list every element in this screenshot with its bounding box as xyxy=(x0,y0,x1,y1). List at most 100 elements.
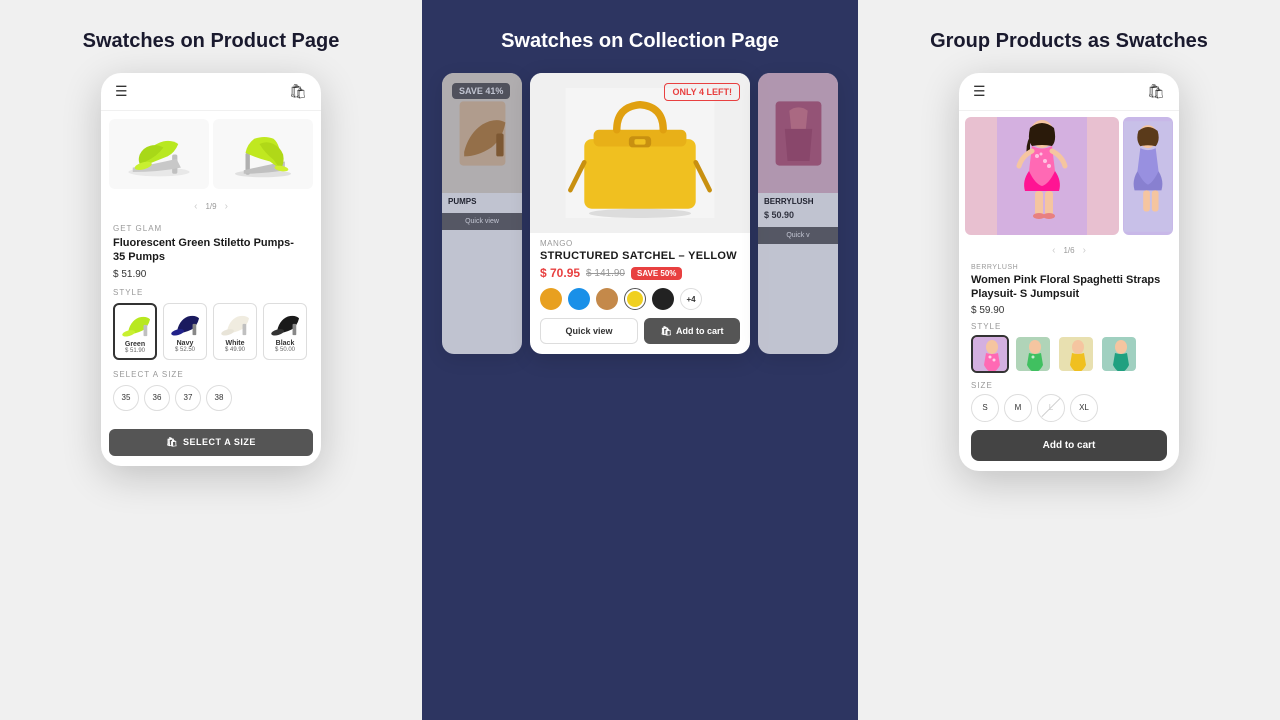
color-swatch-blue[interactable] xyxy=(568,288,590,310)
hamburger-icon-right[interactable]: ☰ xyxy=(973,83,986,100)
side-card-image-right xyxy=(758,73,838,193)
right-style-swatch-4[interactable] xyxy=(1100,335,1138,373)
size-btn-38[interactable]: 38 xyxy=(206,385,232,411)
right-size-btn-l[interactable]: L xyxy=(1037,394,1065,422)
quick-view-button[interactable]: Quick view xyxy=(540,318,638,344)
right-style-swatch-2[interactable] xyxy=(1014,335,1052,373)
only-left-badge: ONLY 4 LEFT! xyxy=(664,83,740,101)
side-card-name-left: PUMPS xyxy=(442,193,522,210)
right-add-to-cart-button[interactable]: Add to cart xyxy=(971,430,1167,461)
right-style-swatch-1[interactable] xyxy=(971,335,1009,373)
size-btn-35[interactable]: 35 xyxy=(113,385,139,411)
yellow-bag-svg xyxy=(565,88,715,218)
product-info-left: GET GLAM Fluorescent Green Stiletto Pump… xyxy=(101,216,321,429)
card-brand-main: MANGO xyxy=(530,233,750,250)
color-swatch-more[interactable]: +4 xyxy=(680,288,702,310)
nav-count-right: 1/6 xyxy=(1063,246,1074,255)
nav-count: 1/9 xyxy=(205,202,216,211)
size-btn-37[interactable]: 37 xyxy=(175,385,201,411)
cart-small-icon: 🛍 xyxy=(166,437,178,448)
color-swatch-yellow[interactable] xyxy=(624,288,646,310)
section-group-products: Group Products as Swatches ☰ 🛍 xyxy=(858,0,1280,720)
color-swatch-black[interactable] xyxy=(652,288,674,310)
side-quick-view-btn-right[interactable]: Quick v xyxy=(758,227,838,244)
card-save-badge: SAVE 50% xyxy=(631,267,682,280)
swatch-price-black: $ 50.00 xyxy=(268,347,302,353)
phone-header-right: ☰ 🛍 xyxy=(959,73,1179,111)
select-size-button[interactable]: 🛍 SELECT A SIZE xyxy=(109,429,313,456)
image-nav-left: ‹ 1/9 › xyxy=(101,197,321,216)
side-card-name-right: BERRYLUSH xyxy=(758,193,838,210)
collection-cards-row: SAVE 41% PUMPS Quick view ONLY 4 LEFT! xyxy=(442,73,838,354)
product-price: $ 51.90 xyxy=(113,269,309,280)
right-size-label: SIZE xyxy=(959,381,1179,394)
style-label: STYLE xyxy=(113,288,309,297)
product-image-right xyxy=(213,119,313,189)
lavender-dress xyxy=(1124,119,1172,234)
product-image-left xyxy=(109,119,209,189)
right-size-btn-m[interactable]: M xyxy=(1004,394,1032,422)
heel-image-green xyxy=(124,127,194,182)
collection-card-right: BERRYLUSH $ 50.90 Quick v xyxy=(758,73,838,354)
image-nav-right: ‹ 1/6 › xyxy=(959,241,1179,260)
heel-image-green-2 xyxy=(228,127,298,182)
cart-icon-small: 🛍 xyxy=(661,326,672,337)
side-card-price-right: $ 50.90 xyxy=(758,210,838,224)
right-brand: BERRYLUSH xyxy=(959,260,1179,273)
style-swatch-black[interactable]: Black $ 50.00 xyxy=(263,303,307,360)
pumps-image xyxy=(455,96,510,171)
product-title: Fluorescent Green Stiletto Pumps- 35 Pum… xyxy=(113,236,309,265)
swatch-name-white: White xyxy=(218,340,252,347)
swatch-price-navy: $ 52.50 xyxy=(168,347,202,353)
color-swatches-row: +4 xyxy=(530,288,750,318)
swatch-price-green: $ 51.90 xyxy=(119,348,151,354)
size-options: 35 36 37 38 xyxy=(113,385,309,411)
right-style-swatch-3[interactable] xyxy=(1057,335,1095,373)
right-size-btn-xl[interactable]: XL xyxy=(1070,394,1098,422)
collection-card-main: ONLY 4 LEFT! xyxy=(530,73,750,354)
card-price-row: $ 70.95 $ 141.90 SAVE 50% xyxy=(530,266,750,288)
sale-badge-left: SAVE 41% xyxy=(452,83,510,99)
brand-tag: GET GLAM xyxy=(113,224,309,233)
swatch-name-navy: Navy xyxy=(168,340,202,347)
section-collection-page: Swatches on Collection Page SAVE 41% PUM… xyxy=(422,0,858,720)
cart-icon-right[interactable]: 🛍 xyxy=(1147,83,1165,100)
right-style-label: STYLE xyxy=(959,322,1179,335)
swatch-img-white xyxy=(218,308,254,338)
pink-dress-main xyxy=(997,117,1087,235)
phone-mockup-right: ☰ 🛍 xyxy=(959,73,1179,471)
burgun-image xyxy=(771,96,826,171)
size-label: SELECT A SIZE xyxy=(113,370,309,379)
card-price-original: $ 141.90 xyxy=(586,268,625,279)
swatch-name-black: Black xyxy=(268,340,302,347)
style-swatch-white[interactable]: White $ 49.90 xyxy=(213,303,257,360)
product-images-row xyxy=(101,111,321,197)
next-arrow-right[interactable]: › xyxy=(1083,245,1086,256)
color-swatch-brown[interactable] xyxy=(596,288,618,310)
style-swatch-green[interactable]: Green $ 51.90 xyxy=(113,303,157,360)
right-main-image xyxy=(965,117,1119,235)
right-size-btn-s[interactable]: S xyxy=(971,394,999,422)
section-product-page: Swatches on Product Page ☰ 🛍 xyxy=(0,0,422,720)
section-right-title: Group Products as Swatches xyxy=(930,30,1208,53)
size-btn-36[interactable]: 36 xyxy=(144,385,170,411)
phone-header-left: ☰ 🛍 xyxy=(101,73,321,111)
section-left-title: Swatches on Product Page xyxy=(83,30,340,53)
right-style-swatches xyxy=(959,335,1179,381)
cart-icon[interactable]: 🛍 xyxy=(289,83,307,100)
next-arrow[interactable]: › xyxy=(225,201,228,212)
right-secondary-image xyxy=(1123,117,1173,235)
hamburger-icon[interactable]: ☰ xyxy=(115,83,128,100)
right-price: $ 59.90 xyxy=(959,305,1179,322)
color-swatch-orange[interactable] xyxy=(540,288,562,310)
phone-mockup-left: ☰ 🛍 xyxy=(101,73,321,466)
style-swatch-navy[interactable]: Navy $ 52.50 xyxy=(163,303,207,360)
add-to-cart-button[interactable]: 🛍 Add to cart xyxy=(644,318,740,344)
prev-arrow[interactable]: ‹ xyxy=(194,201,197,212)
swatch-price-white: $ 49.90 xyxy=(218,347,252,353)
prev-arrow-right[interactable]: ‹ xyxy=(1052,245,1055,256)
section-middle-title: Swatches on Collection Page xyxy=(501,30,779,53)
right-product-images xyxy=(959,111,1179,241)
side-quick-view-btn-left[interactable]: Quick view xyxy=(442,213,522,230)
collection-card-left: SAVE 41% PUMPS Quick view xyxy=(442,73,522,354)
